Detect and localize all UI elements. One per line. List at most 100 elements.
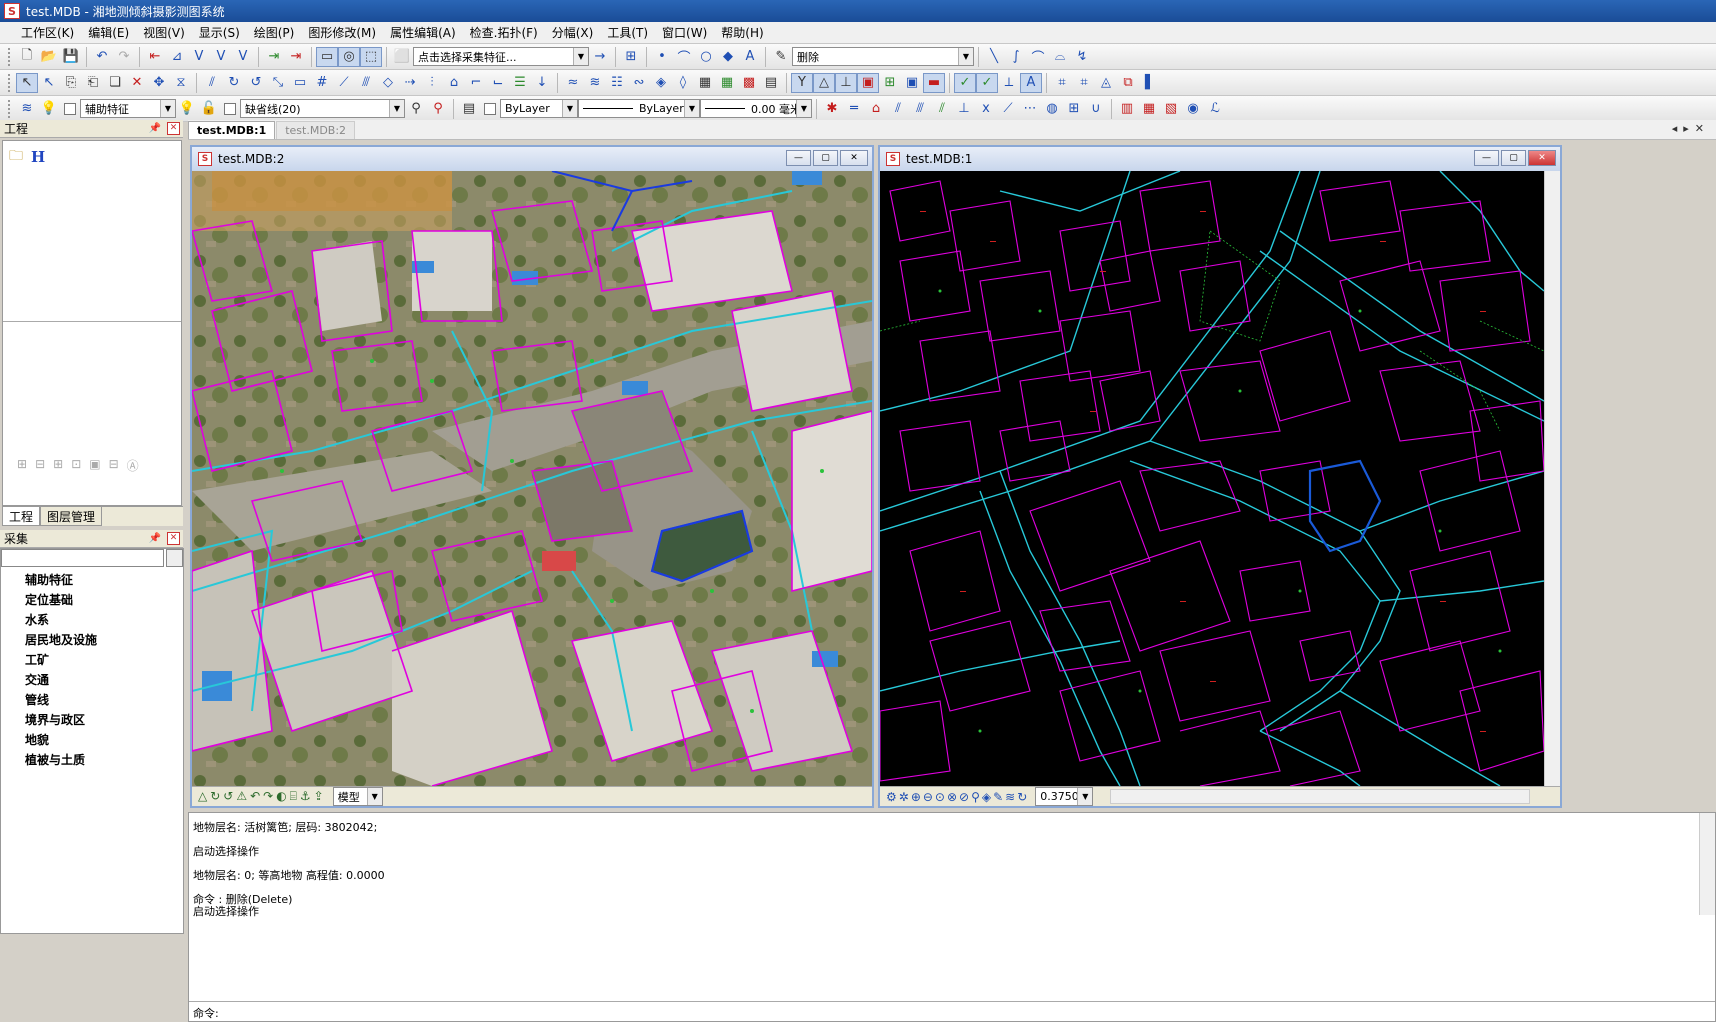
hatch4-icon[interactable]: ⫽	[931, 99, 953, 119]
wave-icon[interactable]: ≈	[562, 73, 584, 93]
image-icon[interactable]: ▣	[901, 73, 923, 93]
expand-all-icon[interactable]: ⊞	[17, 457, 27, 474]
category-vegetation[interactable]: 植被与土质	[25, 751, 85, 768]
rotate-icon[interactable]: ↻	[223, 73, 245, 93]
dom-icon[interactable]: ▧	[1160, 99, 1182, 119]
minimize-button[interactable]: —	[1474, 150, 1499, 166]
command-combo[interactable]: 删除 ▼	[792, 47, 974, 66]
text-icon[interactable]: A	[739, 47, 761, 67]
tab-test-mdb-1[interactable]: test.MDB:1	[188, 121, 276, 139]
freehand-icon[interactable]: ↯	[1071, 47, 1093, 67]
snap-icon[interactable]: ⊞	[620, 47, 642, 67]
delete-icon[interactable]: ✕	[126, 73, 148, 93]
scale-combo[interactable]: 0.3750 ▼	[1035, 787, 1094, 806]
linetype-combo[interactable]: ByLayer ▼	[578, 99, 700, 118]
curve-icon[interactable]: ∫	[1005, 47, 1027, 67]
menu-modify[interactable]: 图形修改(M)	[301, 22, 383, 44]
u-icon[interactable]: ∪	[1085, 99, 1107, 119]
equal-icon[interactable]: ═	[843, 99, 865, 119]
minus-tool-icon[interactable]: ⊟	[109, 457, 119, 474]
menu-edit[interactable]: 编辑(E)	[81, 22, 136, 44]
vertical-scrollbar[interactable]	[1544, 171, 1560, 786]
project-folder-icon[interactable]: 🗀	[9, 145, 23, 169]
menu-tools[interactable]: 工具(T)	[600, 22, 655, 44]
export2-icon[interactable]: ⇥	[285, 47, 307, 67]
category-industrial[interactable]: 工矿	[25, 651, 49, 668]
redo-icon[interactable]: ↷	[113, 47, 135, 67]
histogram-icon[interactable]: ⊥	[835, 72, 857, 93]
import-icon[interactable]: ⇤	[144, 47, 166, 67]
bulb2-icon[interactable]: 💡	[176, 99, 198, 119]
triangle-icon[interactable]: △	[813, 72, 835, 93]
maximize-button[interactable]: ▢	[813, 150, 838, 166]
paste-icon[interactable]: ⎗	[82, 73, 104, 93]
view-3d-icon[interactable]: ◎	[338, 46, 360, 67]
menu-check-topology[interactable]: 检查.拓扑(F)	[463, 22, 545, 44]
feature-select-combo[interactable]: 点击选择采集特征... ▼	[413, 47, 589, 66]
menu-workspace[interactable]: 工作区(K)	[14, 22, 81, 44]
arc2-icon[interactable]: ⌒	[1027, 47, 1049, 67]
layer-tool-icon[interactable]: ⊿	[166, 47, 188, 67]
horizontal-scrollbar[interactable]	[1110, 789, 1530, 804]
brush-icon[interactable]: ℒ	[1204, 99, 1226, 119]
break-icon[interactable]: ⟋	[333, 73, 355, 93]
hatch2-icon[interactable]: ⫽	[887, 99, 909, 119]
minus-icon[interactable]: ▬	[923, 72, 945, 93]
chamfer-icon[interactable]: ⌙	[487, 73, 509, 93]
scale-icon[interactable]: ⤡	[267, 73, 289, 93]
add-icon[interactable]: ⊞	[53, 457, 63, 474]
grid5-icon[interactable]: ⊞	[879, 73, 901, 93]
tab-nav-icons[interactable]: ◂▸✕	[1672, 122, 1710, 135]
close-icon[interactable]: ✕	[167, 532, 180, 545]
menu-attribute[interactable]: 属性编辑(A)	[383, 22, 463, 44]
layer-list-icon[interactable]: ☰	[509, 73, 531, 93]
category-auxiliary[interactable]: 辅助特征	[25, 571, 73, 588]
building-icon[interactable]: ⌂	[443, 73, 465, 93]
fill-icon[interactable]: ◆	[717, 47, 739, 67]
grid4-icon[interactable]: ▤	[760, 73, 782, 93]
tab-test-mdb-2[interactable]: test.MDB:2	[276, 121, 356, 139]
color-combo[interactable]: ByLayer ▼	[500, 99, 578, 118]
lock-icon[interactable]: 🔓	[198, 99, 220, 119]
diamond2-icon[interactable]: ◊	[672, 73, 694, 93]
annotate-icon[interactable]: A	[1020, 72, 1042, 93]
category-positioning[interactable]: 定位基础	[25, 591, 73, 608]
select-node-icon[interactable]: ↖	[38, 73, 60, 93]
dots-icon[interactable]: ⋯	[1019, 99, 1041, 119]
feature-go-icon[interactable]: →	[589, 47, 611, 67]
rect-icon[interactable]: ▭	[289, 73, 311, 93]
frame2-icon[interactable]: ⌗	[1051, 73, 1073, 93]
zoom-tools-icons[interactable]: ⚙✲⊕⊖⊙⊗⊘⚲◈✎≋↻	[886, 790, 1029, 804]
close-button[interactable]: ✕	[840, 150, 868, 166]
measure-icon[interactable]: ⟂	[998, 73, 1020, 93]
filter-icon[interactable]: Y	[791, 72, 813, 93]
clone-icon[interactable]: ❏	[104, 73, 126, 93]
curve2-icon[interactable]: ∾	[628, 73, 650, 93]
save-icon[interactable]: 💾	[60, 47, 82, 67]
text-tool-icon[interactable]: Ⓐ	[127, 457, 139, 474]
collect-search-button[interactable]	[166, 549, 183, 567]
category-transport[interactable]: 交通	[25, 671, 49, 688]
tab-layer-manager[interactable]: 图层管理	[40, 507, 103, 526]
hatch3-icon[interactable]: ⫻	[909, 99, 931, 119]
extend-icon[interactable]: ⇢	[399, 73, 421, 93]
close-button[interactable]: ✕	[1528, 150, 1556, 166]
grid6-icon[interactable]: ⊞	[1063, 99, 1085, 119]
vertex-tool2-icon[interactable]: V	[210, 47, 232, 67]
oblique-model-canvas[interactable]	[192, 171, 872, 786]
marker-icon[interactable]: ◉	[1182, 99, 1204, 119]
line-icon[interactable]: ╲	[983, 47, 1005, 67]
open-file-icon[interactable]: 📂	[38, 47, 60, 67]
category-residential[interactable]: 居民地及设施	[25, 631, 97, 648]
close-icon[interactable]: ✕	[167, 122, 180, 135]
layer-visible-checkbox[interactable]	[224, 102, 236, 115]
new-file-icon[interactable]: 🗋	[16, 47, 38, 67]
collapse-icon[interactable]: ⊟	[35, 457, 45, 474]
globe-icon[interactable]: ◍	[1041, 99, 1063, 119]
offset-icon[interactable]: ⫽	[201, 73, 223, 93]
model-tools-icons[interactable]: △↻↺⚠↶↷◐⌸⚓⇪	[198, 789, 327, 804]
pin-icon[interactable]: 📌	[149, 530, 161, 548]
check2-icon[interactable]: ✓	[976, 72, 998, 93]
trim-icon[interactable]: ⫻	[355, 73, 377, 93]
line2-icon[interactable]: ⟋	[997, 99, 1019, 119]
